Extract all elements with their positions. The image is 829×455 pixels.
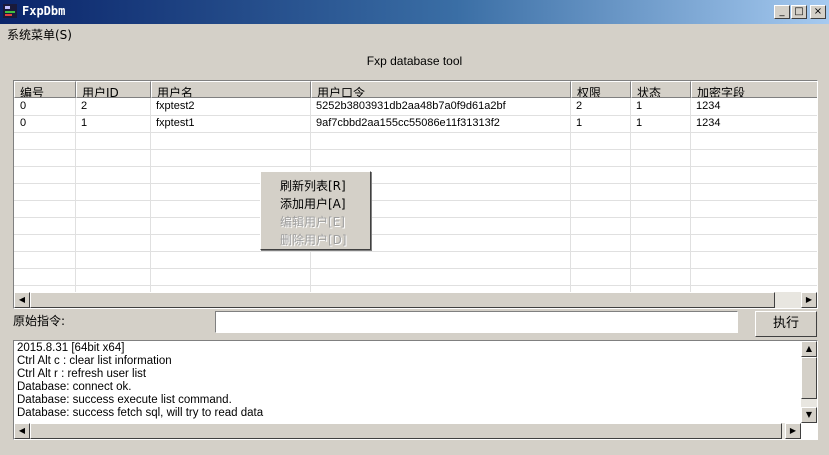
log-line: 2015.8.31 [64bit x64] xyxy=(17,342,125,354)
cell-password: 5252b3803931db2aa48b7a0f9d61a2bf xyxy=(316,100,506,112)
column-header-password[interactable]: 用户口令 xyxy=(311,81,571,98)
grid-line xyxy=(14,149,817,150)
cell-status: 1 xyxy=(636,100,643,112)
cell-status: 1 xyxy=(636,117,643,129)
log-horizontal-scrollbar[interactable]: ◀ ▶ xyxy=(14,423,801,439)
scroll-thumb[interactable] xyxy=(801,357,817,399)
grid-line xyxy=(14,234,817,235)
column-header-user-id[interactable]: 用户ID xyxy=(76,81,151,98)
cell-user-id: 1 xyxy=(81,117,88,129)
cell-permission: 2 xyxy=(576,100,583,112)
menu-item-edit-user: 编辑用户[E] xyxy=(280,215,345,229)
scroll-thumb[interactable] xyxy=(30,423,782,439)
table-row[interactable]: 0 2 fxptest2 5252b3803931db2aa48b7a0f9d6… xyxy=(14,98,817,115)
cell-encrypted-field: 1234 xyxy=(696,117,721,129)
scroll-left-arrow-icon[interactable]: ◀ xyxy=(14,292,30,308)
list-horizontal-scrollbar[interactable]: ◀ ▶ xyxy=(14,292,817,308)
cell-username: fxptest2 xyxy=(156,100,195,112)
grid-line xyxy=(14,285,817,286)
user-list[interactable]: 编号 用户ID 用户名 用户口令 权限 状态 加密字段 0 2 fxptest2… xyxy=(13,80,818,309)
scroll-right-arrow-icon[interactable]: ▶ xyxy=(785,423,801,439)
grid-line xyxy=(14,268,817,269)
cell-password: 9af7cbbd2aa155cc55086e11f31313f2 xyxy=(316,117,500,129)
grid-line xyxy=(14,251,817,252)
scroll-down-arrow-icon[interactable]: ▼ xyxy=(801,407,817,423)
scroll-left-arrow-icon[interactable]: ◀ xyxy=(14,423,30,439)
window-title: FxpDbm xyxy=(22,4,66,18)
execute-button[interactable]: 执行 xyxy=(755,311,817,337)
cell-encrypted-field: 1234 xyxy=(696,100,721,112)
log-vertical-scrollbar[interactable]: ▲ ▼ xyxy=(801,341,817,423)
scroll-right-arrow-icon[interactable]: ▶ xyxy=(801,292,817,308)
scroll-thumb[interactable] xyxy=(30,292,775,308)
menu-system[interactable]: 系统菜单(S) xyxy=(7,26,72,43)
cell-permission: 1 xyxy=(576,117,583,129)
title-bar[interactable]: FxpDbm _ □ × xyxy=(0,0,829,24)
menu-item-delete-user: 删除用户[D] xyxy=(280,233,347,247)
log-line: Database: success fetch sql, will try to… xyxy=(17,407,264,419)
command-label: 原始指令: xyxy=(13,314,66,328)
grid-line xyxy=(14,166,817,167)
column-header-id[interactable]: 编号 xyxy=(14,81,76,98)
grid-line xyxy=(14,217,817,218)
scroll-up-arrow-icon[interactable]: ▲ xyxy=(801,341,817,357)
column-header-encrypted-field[interactable]: 加密字段 xyxy=(691,81,817,98)
close-button[interactable]: × xyxy=(810,5,826,19)
table-row[interactable]: 0 1 fxptest1 9af7cbbd2aa155cc55086e11f31… xyxy=(14,115,817,132)
cell-id: 0 xyxy=(20,117,27,129)
menu-item-add-user[interactable]: 添加用户[A] xyxy=(280,195,346,212)
log-output[interactable]: 2015.8.31 [64bit x64] Ctrl Alt c : clear… xyxy=(13,340,818,440)
column-header-status[interactable]: 状态 xyxy=(631,81,691,98)
command-input[interactable] xyxy=(215,311,738,333)
column-header-permission[interactable]: 权限 xyxy=(571,81,631,98)
cell-id: 0 xyxy=(20,100,27,112)
menu-bar: 系统菜单(S) xyxy=(0,24,829,42)
minimize-button[interactable]: _ xyxy=(774,5,790,19)
list-header: 编号 用户ID 用户名 用户口令 权限 状态 加密字段 xyxy=(14,81,817,98)
cell-username: fxptest1 xyxy=(156,117,195,129)
grid-line xyxy=(14,183,817,184)
menu-item-refresh-list[interactable]: 刷新列表[R] xyxy=(280,177,346,194)
maximize-button[interactable]: □ xyxy=(791,5,807,19)
app-icon xyxy=(3,4,17,18)
context-menu: 刷新列表[R] 添加用户[A] 编辑用户[E] 删除用户[D] xyxy=(260,171,371,250)
grid-line xyxy=(14,200,817,201)
grid-line xyxy=(14,132,817,133)
cell-user-id: 2 xyxy=(81,100,88,112)
column-header-username[interactable]: 用户名 xyxy=(151,81,311,98)
log-line: Ctrl Alt c : clear list information xyxy=(17,355,172,367)
page-title: Fxp database tool xyxy=(366,54,463,68)
log-line: Ctrl Alt r : refresh user list xyxy=(17,368,147,380)
log-line: Database: connect ok. xyxy=(17,381,132,393)
log-line: Database: success execute list command. xyxy=(17,394,232,406)
